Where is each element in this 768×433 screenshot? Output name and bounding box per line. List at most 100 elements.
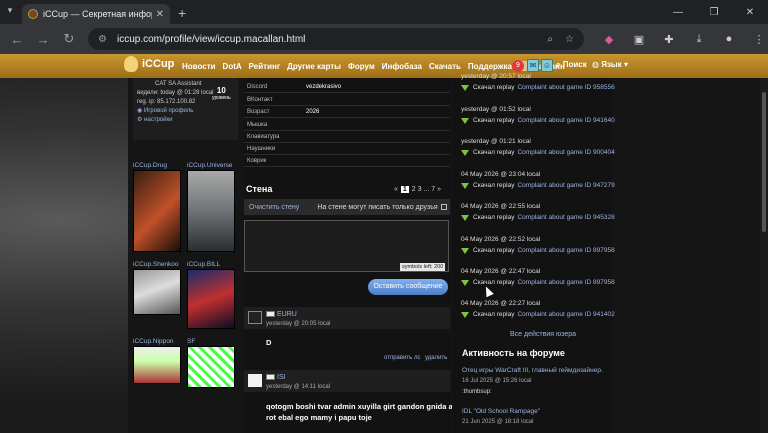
url-text[interactable]: iccup.com/profile/view/iccup.macallan.ht…	[117, 34, 535, 45]
nav-rating[interactable]: Рейтинг	[249, 62, 281, 71]
friend-name[interactable]: iCCup.Universe	[187, 162, 233, 169]
extensions-puzzle-icon[interactable]: ✚	[654, 33, 684, 46]
friend-name[interactable]: iCCup.Shenkoo	[133, 261, 179, 268]
all-user-actions-link[interactable]: Все действия юзера	[510, 331, 576, 338]
post-author[interactable]: ISI	[266, 374, 286, 381]
info-row: Клавиатура	[244, 131, 450, 143]
friend-avatar[interactable]	[133, 346, 181, 384]
nav-support[interactable]: Поддержка	[468, 62, 512, 71]
avatar[interactable]	[248, 374, 262, 387]
complaint-link[interactable]: Complaint about game ID 897958	[517, 247, 614, 254]
friend-avatar[interactable]	[187, 269, 235, 329]
nav-infobase[interactable]: Инфобаза	[382, 62, 422, 71]
zoom-icon[interactable]: ⌕	[547, 34, 553, 45]
game-profile-label: Игровой профиль	[143, 108, 194, 114]
event-action: Скачал replay	[473, 117, 515, 124]
tab-list-icon[interactable]: ▾	[3, 5, 17, 19]
clear-wall-link[interactable]: Очистить стену	[249, 204, 299, 211]
pagination-next[interactable]: »	[437, 186, 441, 193]
pagination-page[interactable]: 3	[418, 186, 422, 193]
complaint-link[interactable]: Complaint about game ID 958556	[517, 84, 614, 91]
info-row: Наушники	[244, 143, 450, 155]
download-icon[interactable]: ⤓	[684, 33, 714, 46]
complaint-id: 941640	[593, 117, 615, 124]
friend-avatar[interactable]	[187, 346, 235, 388]
nav-other-maps[interactable]: Другие карты	[287, 62, 341, 71]
nav-download[interactable]: Скачать	[429, 62, 461, 71]
complaint-link[interactable]: Complaint about game ID 941402	[517, 311, 614, 318]
download-arrow-icon	[461, 247, 469, 254]
notification-badge[interactable]: 9	[512, 60, 524, 72]
pagination-prev[interactable]: «	[394, 186, 398, 193]
event-item: Скачал replay Complaint about game ID 945…	[461, 214, 615, 221]
info-row: Коврик	[244, 155, 450, 167]
delete-post-link[interactable]: удалить	[425, 355, 447, 361]
profile-avatar-icon[interactable]: ●	[714, 33, 744, 45]
site-search[interactable]: ⌕ Поиск	[556, 60, 587, 70]
complaint-link[interactable]: Complaint about game ID 947279	[517, 182, 614, 189]
friend-avatar[interactable]	[187, 170, 235, 252]
settings-label: настройки	[144, 117, 173, 123]
reload-icon[interactable]: ↻	[56, 31, 82, 47]
download-arrow-icon	[461, 182, 469, 189]
friend-avatar[interactable]	[133, 269, 181, 315]
post-message-button[interactable]: Оставить сообщение	[368, 279, 448, 295]
event-action: Скачал replay	[473, 149, 515, 156]
send-pm-link[interactable]: отправить лс	[384, 355, 420, 361]
new-tab-icon[interactable]: +	[178, 5, 186, 21]
complaint-link-text: Complaint about game ID	[517, 84, 592, 91]
download-arrow-icon	[461, 84, 469, 91]
info-key: ВКонтакт	[247, 96, 273, 103]
omnibox[interactable]: ⚙ iccup.com/profile/view/iccup.macallan.…	[88, 28, 584, 50]
event-time: yesterday @ 01:52 local	[461, 106, 531, 113]
close-tab-icon[interactable]: ✕	[156, 9, 164, 20]
bookmark-star-icon[interactable]: ☆	[565, 34, 574, 45]
complaint-link[interactable]: Complaint about game ID 900404	[517, 149, 614, 156]
complaint-link[interactable]: Complaint about game ID 897958	[517, 279, 614, 286]
pagination-page[interactable]: 2	[412, 186, 416, 193]
nav-dota[interactable]: DotA	[223, 62, 242, 71]
browser-menu-icon[interactable]: ⋮	[744, 33, 768, 46]
friends-only-checkbox[interactable]	[440, 204, 447, 210]
game-profile-link[interactable]: ◉ Игровой профиль	[137, 107, 234, 116]
post-date: yesterday @ 20:05 local	[266, 321, 331, 327]
post-text: qotogm boshi tvar admin xuyilla girt gan…	[266, 402, 471, 411]
nav-news[interactable]: Новости	[182, 62, 216, 71]
complaint-link[interactable]: Complaint about game ID 941640	[517, 117, 614, 124]
messages-icon[interactable]: ✉	[527, 59, 539, 72]
friend-name[interactable]: SF	[187, 338, 195, 345]
avatar[interactable]	[248, 311, 262, 324]
post-author[interactable]: EURU	[266, 311, 297, 318]
site-info-icon[interactable]: ⚙	[98, 34, 107, 45]
site-logo[interactable]: iCCup	[124, 56, 174, 72]
settings-link[interactable]: ⚙ настройки	[137, 116, 234, 125]
complaint-link[interactable]: Complaint about game ID 945328	[517, 214, 614, 221]
friend-name[interactable]: iCCup.BILL	[187, 261, 220, 268]
forum-topic-link[interactable]: IDL "Old School Rampage"	[462, 408, 540, 415]
nav-forum[interactable]: Форум	[348, 62, 375, 71]
user-icon[interactable]: ☺	[541, 59, 553, 72]
download-arrow-icon	[461, 279, 469, 286]
browser-tab[interactable]: iCCup — Секретная инфор ✕	[22, 4, 170, 24]
pagination-page-current[interactable]: 1	[400, 186, 409, 193]
close-window-icon[interactable]: ✕	[732, 7, 768, 18]
event-action: Скачал replay	[473, 182, 515, 189]
forward-icon[interactable]: →	[30, 32, 56, 47]
maximize-icon[interactable]: ❐	[696, 7, 732, 18]
language-selector[interactable]: ◍ Язык ▾	[592, 60, 628, 69]
extension-icon[interactable]: ▣	[624, 33, 654, 46]
forum-topic-link[interactable]: Отец игры WarCraft III, главный геймдиза…	[462, 367, 603, 374]
level-value: 10	[216, 86, 226, 95]
complaint-id: 947279	[593, 182, 615, 189]
extension-shield-icon[interactable]: ◆	[594, 33, 624, 46]
friend-name[interactable]: iCCup.Nippon	[133, 338, 173, 345]
event-time: 04 May 2026 @ 22:47 local	[461, 268, 541, 275]
scrollbar-thumb[interactable]	[762, 92, 766, 232]
complaint-id: 958556	[593, 84, 615, 91]
info-key: Discord	[247, 83, 268, 90]
friend-name[interactable]: iCCup.Drug	[133, 162, 167, 169]
pagination-page[interactable]: 7	[431, 186, 435, 193]
back-icon[interactable]: ←	[4, 32, 30, 47]
friend-avatar[interactable]	[133, 170, 181, 252]
minimize-icon[interactable]: —	[660, 7, 696, 18]
